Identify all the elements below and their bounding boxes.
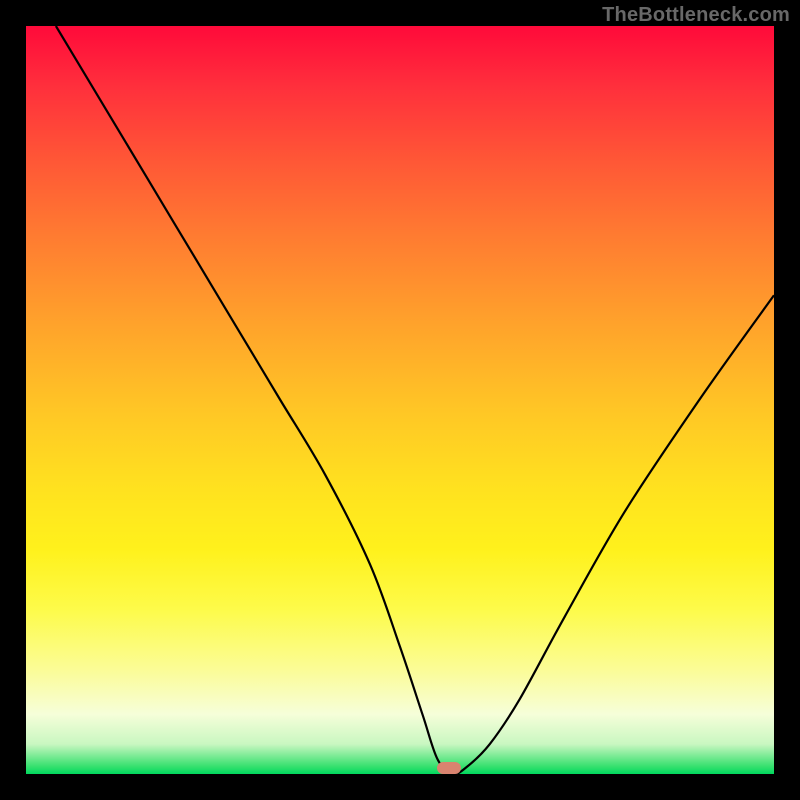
watermark-text: TheBottleneck.com bbox=[602, 4, 790, 27]
plot-area bbox=[26, 26, 774, 774]
bottleneck-curve bbox=[26, 26, 774, 774]
curve-path bbox=[56, 26, 774, 774]
chart-frame: TheBottleneck.com bbox=[0, 0, 800, 800]
minimum-marker bbox=[437, 762, 461, 774]
